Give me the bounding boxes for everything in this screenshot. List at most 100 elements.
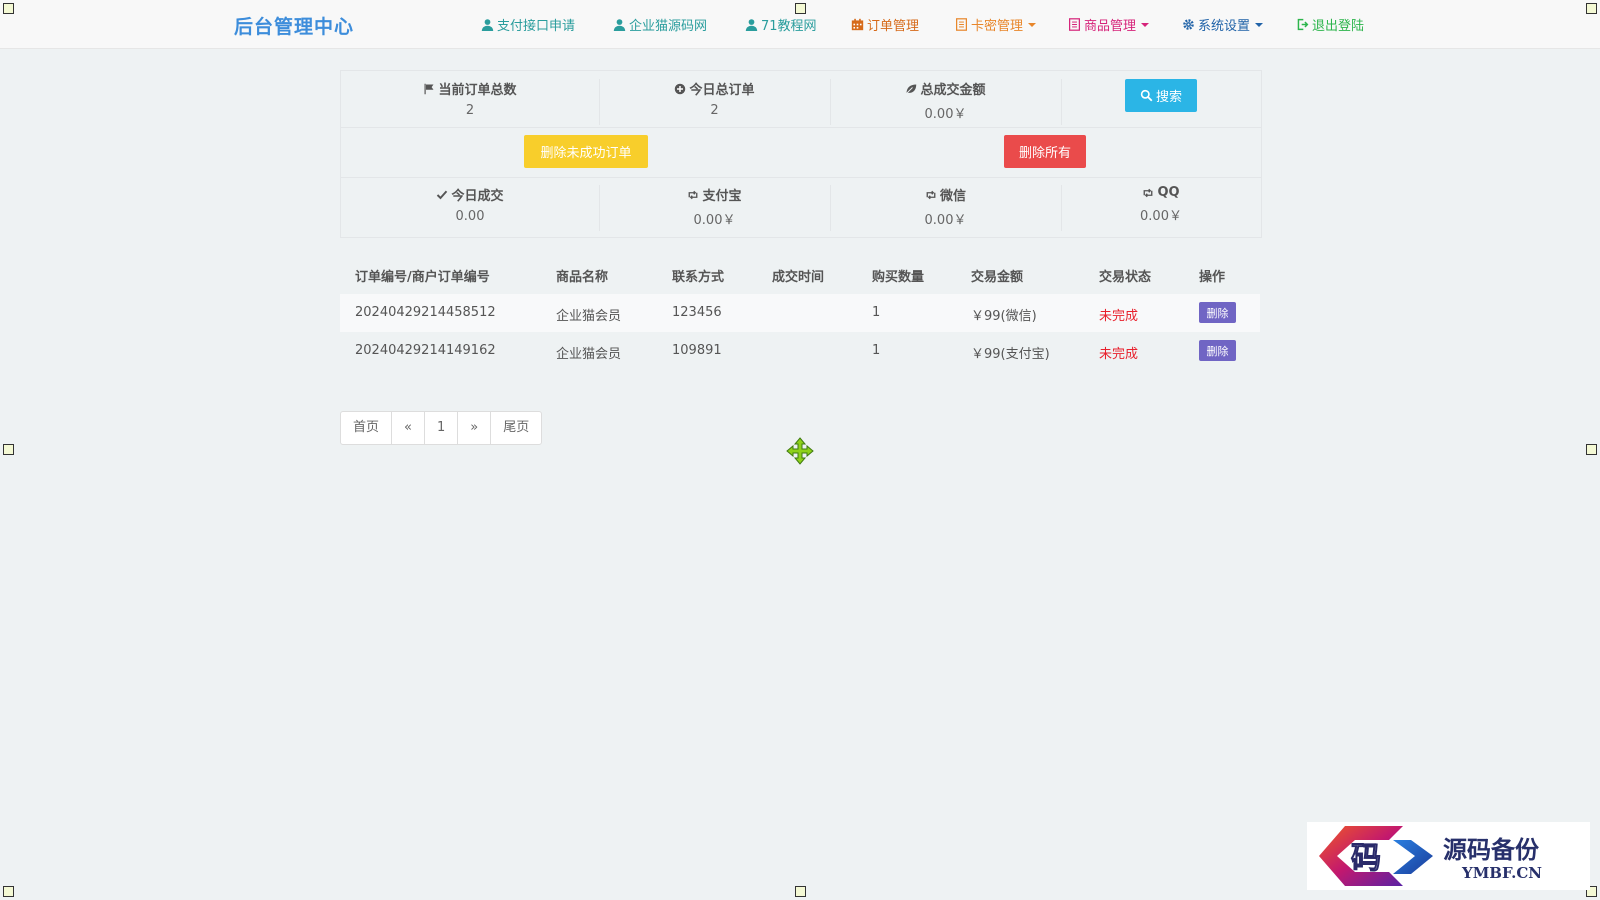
nav-label: 71教程网: [761, 19, 817, 34]
stat-value: 0.00￥: [693, 213, 736, 228]
stat-label: 总成交金额: [920, 83, 986, 98]
column-header: 购买数量: [872, 270, 925, 285]
page-last[interactable]: 尾页: [491, 412, 541, 444]
move-icon[interactable]: [786, 437, 814, 465]
column-header: 操作: [1199, 270, 1226, 285]
resize-handle-bottom-middle[interactable]: [795, 886, 806, 897]
retweet-icon: [926, 190, 936, 199]
product-name: 企业猫会员: [556, 309, 622, 324]
logo-graphic: 码: [1319, 826, 1433, 886]
product-name: 企业猫会员: [556, 347, 622, 362]
column-header: 交易状态: [1099, 270, 1152, 285]
resize-handle-bottom-left[interactable]: [3, 886, 14, 897]
stat-qq: QQ 0.00￥: [1061, 185, 1261, 231]
amount: ￥99(支付宝): [971, 347, 1050, 362]
divider: [341, 177, 1261, 178]
watermark-logo: 码 源码备份 YMBF.CN: [1307, 822, 1590, 890]
stat-value: 2: [465, 103, 475, 118]
column-header: 联系方式: [672, 270, 725, 285]
watermark-title: 源码备份: [1443, 835, 1539, 864]
leaf-icon: [906, 84, 917, 94]
svg-text:码: 码: [1351, 841, 1381, 876]
orders-table: 订单编号/商户订单编号 商品名称 联系方式 成交时间 购买数量 交易金额 交易状…: [340, 258, 1260, 370]
nav-label: 卡密管理: [971, 19, 1024, 34]
resize-handle-top-left[interactable]: [3, 3, 14, 14]
delete-all-button[interactable]: 删除所有: [1004, 135, 1086, 168]
stat-value: 0.00￥: [924, 107, 967, 122]
search-icon: [1140, 89, 1153, 102]
stat-value: 0.00￥: [924, 213, 967, 228]
nav-label: 系统设置: [1198, 19, 1251, 34]
check-icon: [437, 190, 448, 199]
table-row: 20240429214149162 企业猫会员 109891 1 ￥99(支付宝…: [340, 332, 1260, 370]
nav-label: 订单管理: [867, 19, 920, 34]
gear-icon: [1183, 19, 1194, 30]
search-button-label: 搜索: [1155, 90, 1182, 105]
stat-label: 微信: [939, 189, 966, 204]
pagination: 首页 « 1 » 尾页: [340, 411, 543, 445]
plus-circle-icon: [675, 83, 686, 94]
resize-handle-top-right[interactable]: [1586, 3, 1597, 14]
nav-label: 退出登陆: [1312, 19, 1365, 34]
contact: 123456: [672, 305, 722, 320]
search-button[interactable]: 搜索: [1125, 79, 1197, 112]
nav-label: 支付接口申请: [497, 19, 576, 34]
list-icon: [956, 18, 967, 31]
column-header: 交易金额: [971, 270, 1024, 285]
user-icon: [481, 19, 494, 31]
stat-label: 今日总订单: [689, 83, 755, 98]
user-icon: [745, 19, 758, 31]
order-number: 20240429214149162: [355, 343, 496, 358]
chevron-down-icon: [1255, 22, 1264, 27]
chevron-down-icon: [1028, 22, 1037, 27]
table-row: 20240429214458512 企业猫会员 123456 1 ￥99(微信)…: [340, 294, 1260, 332]
stat-label: 当前订单总数: [438, 83, 517, 98]
stat-label: 今日成交: [451, 189, 504, 204]
brand-title[interactable]: 后台管理中心: [234, 12, 354, 39]
stat-today-orders: 今日总订单 2: [599, 79, 831, 125]
delete-button[interactable]: 删除: [1199, 302, 1236, 323]
nav-qiyemao[interactable]: 企业猫源码网: [613, 15, 707, 34]
delete-failed-orders-button[interactable]: 删除未成功订单: [524, 135, 648, 168]
amount: ￥99(微信): [971, 309, 1037, 324]
divider: [341, 127, 1261, 128]
watermark-site: YMBF.CN: [1462, 864, 1543, 882]
page-next[interactable]: »: [458, 412, 492, 444]
stat-value: 0.00￥: [1140, 209, 1182, 224]
nav-71-tutorial[interactable]: 71教程网: [745, 15, 817, 34]
nav-label: 企业猫源码网: [629, 19, 708, 34]
nav-card-management[interactable]: 卡密管理: [955, 15, 1037, 34]
button-label: 删除所有: [1018, 146, 1071, 161]
column-header: 订单编号/商户订单编号: [355, 270, 490, 285]
stat-wechat: 微信 0.00￥: [830, 185, 1062, 231]
stat-total-orders: 当前订单总数 2: [341, 79, 600, 125]
nav-payment-apply[interactable]: 支付接口申请: [481, 15, 575, 34]
table-header: 订单编号/商户订单编号 商品名称 联系方式 成交时间 购买数量 交易金额 交易状…: [340, 258, 1260, 294]
column-header: 商品名称: [556, 270, 609, 285]
delete-button[interactable]: 删除: [1199, 340, 1236, 361]
chevron-down-icon: [1141, 22, 1150, 27]
stat-value: 0.00: [455, 209, 485, 224]
resize-handle-top-middle[interactable]: [795, 3, 806, 14]
nav-product-management[interactable]: 商品管理: [1068, 15, 1150, 34]
page-current[interactable]: 1: [425, 412, 459, 444]
resize-handle-middle-left[interactable]: [3, 444, 14, 455]
nav-system-settings[interactable]: 系统设置: [1182, 15, 1264, 34]
page-prev[interactable]: «: [392, 412, 425, 444]
page-first[interactable]: 首页: [341, 412, 393, 444]
quantity: 1: [872, 305, 881, 320]
logout-icon: [1297, 18, 1309, 31]
user-icon: [613, 19, 626, 31]
list-icon: [1069, 18, 1080, 31]
resize-handle-middle-right[interactable]: [1586, 444, 1597, 455]
nav-order-management[interactable]: 订单管理: [851, 15, 919, 34]
stat-today-deal: 今日成交 0.00: [341, 185, 600, 231]
order-number: 20240429214458512: [355, 305, 496, 320]
contact: 109891: [672, 343, 722, 358]
nav-logout[interactable]: 退出登陆: [1296, 15, 1364, 34]
status-text: 未完成: [1099, 347, 1139, 362]
stats-panel: 当前订单总数 2 今日总订单 2 总成交金额 0.00￥ 搜索 删除未成功订单 …: [340, 70, 1262, 238]
stat-alipay: 支付宝 0.00￥: [599, 185, 831, 231]
stat-label: 支付宝: [702, 189, 742, 204]
calendar-icon: [851, 18, 864, 31]
